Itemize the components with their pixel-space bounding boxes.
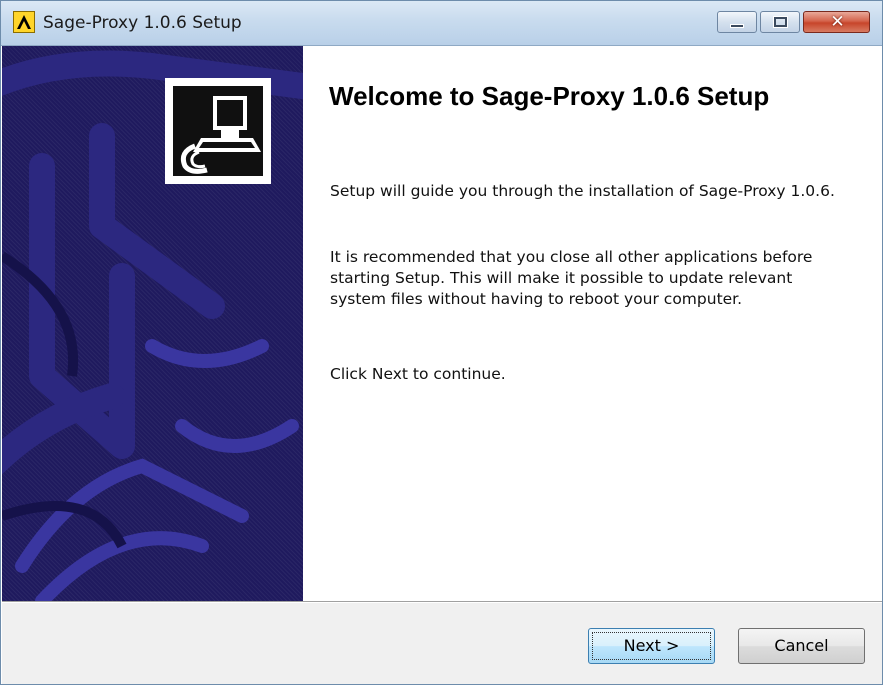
cancel-button[interactable]: Cancel [738, 628, 865, 664]
maximize-icon [774, 17, 787, 27]
installer-app-icon[interactable] [13, 11, 35, 33]
installer-computer-icon [165, 78, 271, 184]
maximize-button[interactable] [760, 11, 800, 33]
continue-instruction: Click Next to continue. [330, 365, 506, 383]
next-button-label: Next > [623, 636, 680, 655]
minimize-button[interactable] [717, 11, 757, 33]
window-title: Sage-Proxy 1.0.6 Setup [43, 13, 242, 33]
minimize-icon [730, 24, 744, 28]
cancel-button-label: Cancel [774, 636, 829, 655]
title-bar[interactable]: Sage-Proxy 1.0.6 Setup ✕ [1, 1, 882, 46]
welcome-heading: Welcome to Sage-Proxy 1.0.6 Setup [329, 81, 770, 111]
close-button[interactable]: ✕ [803, 11, 870, 33]
close-icon: ✕ [830, 12, 845, 32]
recommendation-paragraph: It is recommended that you close all oth… [330, 248, 813, 308]
welcome-banner [2, 46, 303, 601]
next-button[interactable]: Next > [588, 628, 715, 664]
intro-paragraph: Setup will guide you through the install… [330, 182, 835, 200]
setup-window: Sage-Proxy 1.0.6 Setup ✕ Welcome to Sage… [0, 0, 883, 685]
button-bar: Next > Cancel [2, 603, 882, 684]
